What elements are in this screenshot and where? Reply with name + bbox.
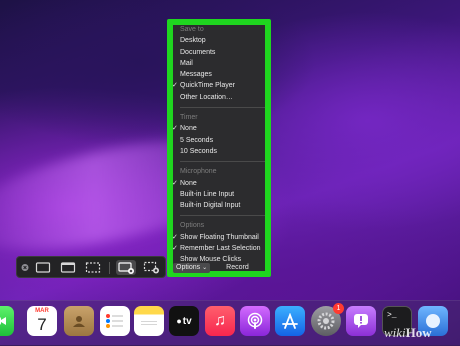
menu-item-label: Built-in Digital Input bbox=[180, 202, 241, 210]
menu-separator bbox=[180, 161, 265, 163]
tv-glyph: ● tv bbox=[169, 306, 199, 336]
checkmark-icon: ✓ bbox=[172, 245, 178, 253]
facetime-app-icon[interactable] bbox=[0, 306, 14, 336]
calendar-app-icon[interactable]: MAR 7 bbox=[27, 306, 57, 336]
wikihow-watermark: wikiHow bbox=[384, 325, 432, 341]
checkmark-icon: ✓ bbox=[172, 125, 178, 133]
screenshot-toolbar bbox=[16, 256, 166, 278]
menu-separator bbox=[180, 215, 265, 217]
menu-item-label: None bbox=[180, 125, 197, 133]
app-store-icon[interactable] bbox=[275, 306, 305, 336]
options-button-label: Options bbox=[176, 264, 201, 271]
app-store-a-icon bbox=[275, 306, 305, 336]
menu-item-desktop[interactable]: Desktop bbox=[173, 35, 265, 46]
menu-item-label: 10 Seconds bbox=[180, 147, 217, 155]
record-button[interactable]: Record bbox=[226, 264, 249, 271]
lines-icon bbox=[134, 306, 164, 336]
reminders-app-icon[interactable] bbox=[100, 306, 130, 336]
menu-item-label: 5 Seconds bbox=[180, 136, 214, 144]
menu-item-label: None bbox=[180, 179, 197, 187]
facetime-glyph bbox=[0, 306, 14, 336]
tv-label: tv bbox=[182, 315, 192, 327]
menu-item-mic-digital-input[interactable]: Built-in Digital Input bbox=[173, 200, 265, 211]
menu-item-mail[interactable]: Mail bbox=[173, 58, 265, 69]
options-button[interactable]: Options ⌄ bbox=[173, 262, 211, 273]
watermark-wiki: wiki bbox=[384, 325, 406, 340]
save-to-header: Save to bbox=[180, 26, 204, 33]
menu-item-label: Documents bbox=[180, 48, 216, 56]
menu-item-documents[interactable]: Documents bbox=[173, 47, 265, 58]
notes-app-icon[interactable] bbox=[134, 306, 164, 336]
menu-item-quicktime-player[interactable]: ✓ QuickTime Player bbox=[172, 80, 265, 91]
contacts-app-icon[interactable] bbox=[64, 306, 94, 336]
menu-item-label: Messages bbox=[180, 71, 212, 79]
list-icon bbox=[100, 306, 130, 336]
calendar-month: MAR bbox=[35, 308, 49, 314]
music-app-icon[interactable]: ♫ bbox=[205, 306, 235, 336]
record-screen-icon[interactable] bbox=[116, 260, 136, 275]
podcast-icon bbox=[240, 306, 270, 336]
music-note-icon: ♫ bbox=[214, 312, 226, 329]
checkmark-icon: ✓ bbox=[172, 233, 178, 241]
watermark-how: How bbox=[405, 325, 432, 340]
person-icon bbox=[64, 306, 94, 336]
menu-item-timer-5s[interactable]: 5 Seconds bbox=[173, 135, 265, 146]
capture-window-icon[interactable] bbox=[60, 261, 76, 274]
chevron-down-icon: ⌄ bbox=[202, 264, 208, 271]
menu-item-messages[interactable]: Messages bbox=[173, 69, 265, 80]
menu-item-label: Other Location… bbox=[180, 93, 233, 101]
terminal-prompt: >_ bbox=[387, 311, 397, 320]
tv-app-icon[interactable]: ● tv bbox=[169, 306, 199, 336]
menu-separator bbox=[180, 107, 265, 109]
apple-logo-icon: ● bbox=[176, 316, 182, 326]
exclamation-bubble-icon bbox=[346, 306, 376, 336]
close-icon[interactable] bbox=[20, 261, 30, 274]
checkmark-icon: ✓ bbox=[172, 179, 178, 187]
microphone-header: Microphone bbox=[180, 168, 217, 176]
menu-item-label: Desktop bbox=[180, 37, 206, 45]
options-header: Options bbox=[180, 222, 205, 230]
menu-item-remember-selection[interactable]: ✓ Remember Last Selection bbox=[172, 243, 265, 254]
podcasts-app-icon[interactable] bbox=[240, 306, 270, 336]
options-menu: Save to Desktop Documents Mail Messages … bbox=[172, 24, 265, 266]
menu-item-floating-thumbnail[interactable]: ✓ Show Floating Thumbnail bbox=[172, 232, 265, 243]
menu-item-mic-line-input[interactable]: Built-in Line Input bbox=[173, 189, 265, 200]
menu-item-other-location[interactable]: Other Location… bbox=[173, 92, 265, 103]
capture-screen-icon[interactable] bbox=[35, 261, 51, 274]
calendar-day: 7 bbox=[37, 315, 47, 334]
record-selection-icon[interactable] bbox=[143, 261, 161, 274]
feedback-app-icon[interactable] bbox=[346, 306, 376, 336]
menu-item-label: QuickTime Player bbox=[180, 82, 235, 90]
menu-item-label: Built-in Line Input bbox=[180, 190, 235, 198]
menu-item-label: Remember Last Selection bbox=[180, 245, 261, 253]
menu-item-label: Show Floating Thumbnail bbox=[180, 233, 259, 241]
timer-header: Timer bbox=[180, 114, 198, 122]
menu-item-label: Mail bbox=[180, 59, 193, 67]
capture-selection-icon[interactable] bbox=[85, 261, 101, 274]
checkmark-icon: ✓ bbox=[172, 82, 178, 90]
menu-item-timer-10s[interactable]: 10 Seconds bbox=[173, 146, 265, 157]
menu-item-timer-none[interactable]: ✓ None bbox=[172, 123, 265, 134]
toolbar-divider bbox=[109, 262, 110, 274]
settings-notification-badge: 1 bbox=[333, 303, 344, 314]
menu-item-mic-none[interactable]: ✓ None bbox=[172, 178, 265, 189]
capture-bottom-bar: Options ⌄ Record bbox=[173, 262, 265, 273]
